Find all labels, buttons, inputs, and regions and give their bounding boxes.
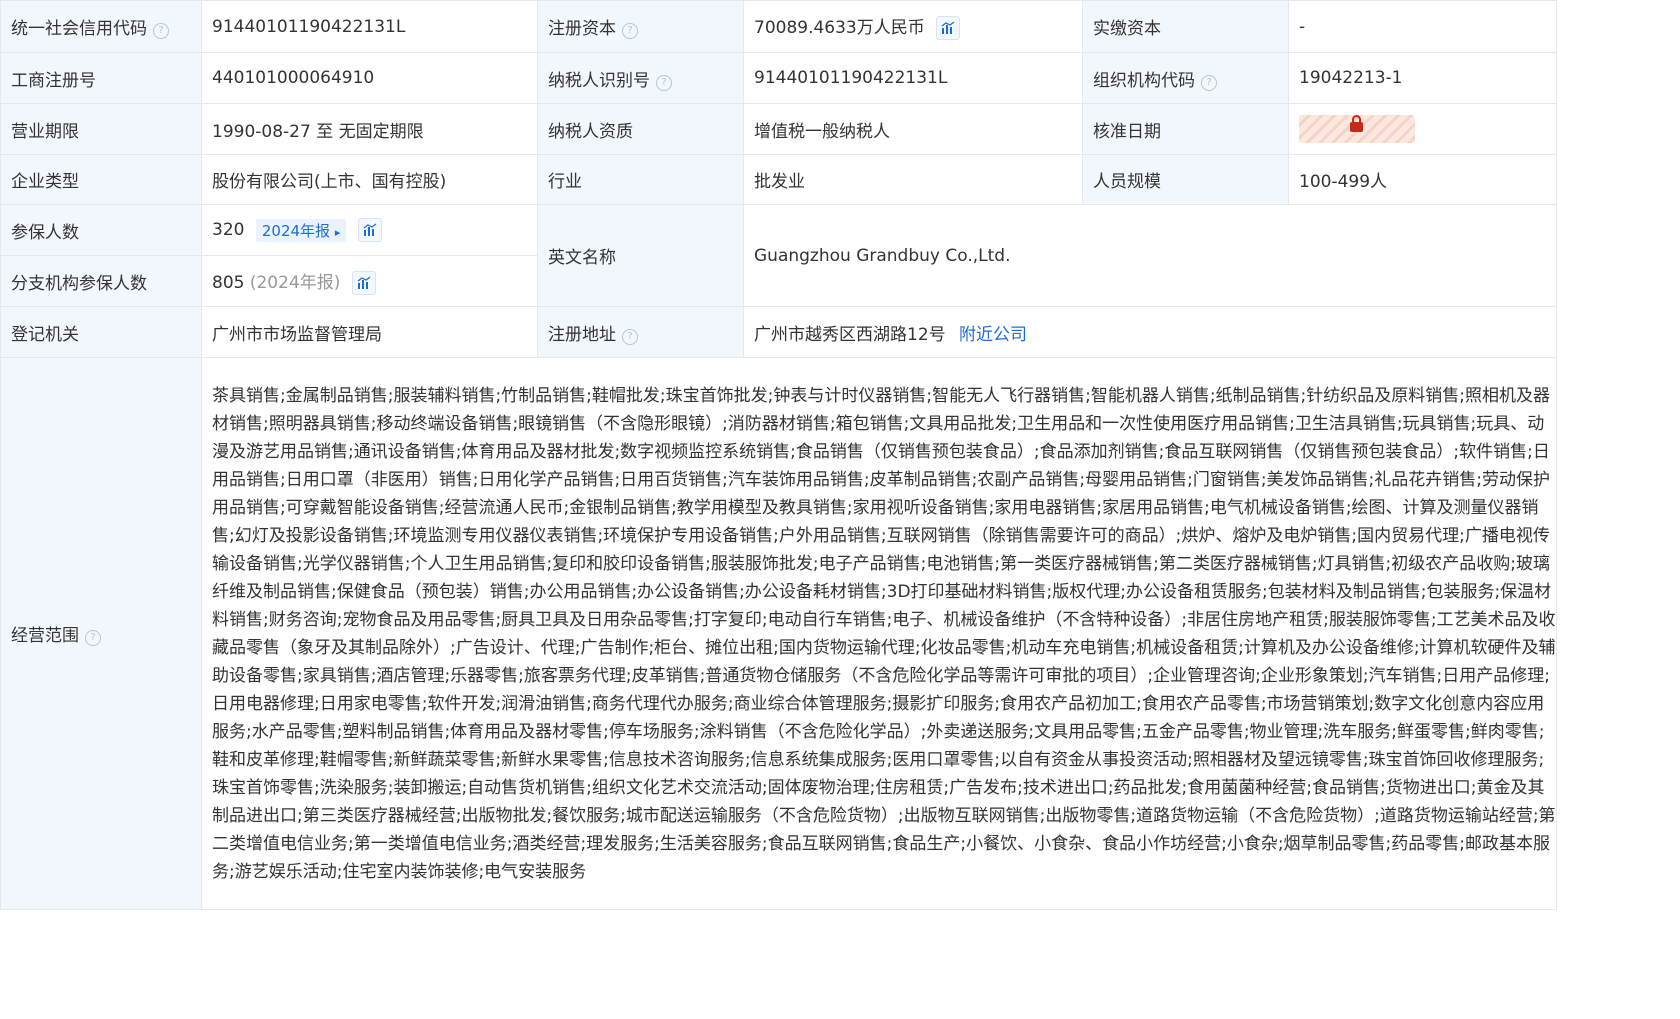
value-branch-insured: 805 [212,272,245,293]
label-credit-code: 统一社会信用代码 [11,19,147,39]
label-cell: 人员规模 [1082,154,1289,205]
label-cell: 企业类型 [0,154,202,205]
value-cell: 91440101190422131L [201,0,538,53]
label-registration-authority: 登记机关 [11,324,79,345]
value-industry: 批发业 [754,172,805,192]
label-cell: 核准日期 [1082,103,1289,155]
value-paid-capital: - [1299,16,1306,37]
value-registration-authority: 广州市市场监督管理局 [212,324,382,345]
label-business-scope: 经营范围 [11,626,79,646]
question-circle-icon[interactable]: ? [85,630,101,646]
label-registered-capital: 注册资本 [548,19,616,39]
value-cell: 广州市市场监督管理局 [201,306,538,358]
bar-chart-icon[interactable] [357,218,382,242]
label-cell: 登记机关 [0,306,202,358]
value-english-name: Guangzhou Grandbuy Co.,Ltd. [754,245,1011,266]
label-industry: 行业 [548,172,582,192]
value-cell: - [1288,0,1557,53]
label-registered-address: 注册地址 [548,324,616,345]
value-registered-address: 广州市越秀区西湖路12号 [754,324,946,345]
label-taxpayer-qualification: 纳税人资质 [548,121,633,142]
label-business-term: 营业期限 [11,121,79,142]
label-registration-number: 工商注册号 [11,70,96,91]
value-cell: 19042213-1 [1288,52,1557,104]
value-cell: 100-499人 [1288,154,1557,205]
question-circle-icon[interactable]: ? [1201,74,1217,91]
label-cell: 实缴资本 [1082,0,1289,53]
value-taxpayer-id: 91440101190422131L [754,68,948,88]
label-approval-date: 核准日期 [1093,121,1161,142]
lock-icon [1350,115,1363,132]
locked-value[interactable] [1299,115,1415,143]
chevron-right-icon: ▸ [334,225,341,239]
value-staff-size: 100-499人 [1299,172,1388,192]
annual-report-label: 2024年报 [261,221,331,240]
value-cell: 91440101190422131L [743,52,1083,104]
value-cell: 广州市越秀区西湖路12号 附近公司 [743,306,1557,358]
label-cell: 组织机构代码? [1082,52,1289,104]
label-company-type: 企业类型 [11,172,79,192]
report-year-note: (2024年报) [249,272,341,293]
row-credit-code: 统一社会信用代码? 91440101190422131L 注册资本? 70089… [0,0,1557,53]
value-cell: 批发业 [743,154,1083,205]
label-taxpayer-id: 纳税人识别号 [548,70,650,91]
label-cell: 纳税人识别号? [537,52,744,104]
value-cell: 股份有限公司(上市、国有控股) [201,154,538,205]
row-registration-number: 工商注册号 440101000064910 纳税人识别号? 9144010119… [0,52,1557,104]
label-insured-count: 参保人数 [11,222,79,243]
value-cell: Guangzhou Grandbuy Co.,Ltd. [743,204,1557,307]
row-business-term: 营业期限 1990-08-27 至 无固定期限 纳税人资质 增值税一般纳税人 核… [0,103,1557,155]
business-scope-text: 茶具销售;金属制品销售;服装辅料销售;竹制品销售;鞋帽批发;珠宝首饰批发;钟表与… [201,357,1557,910]
value-cell: 440101000064910 [201,52,538,104]
value-cell: 1990-08-27 至 无固定期限 [201,103,538,155]
label-cell: 营业期限 [0,103,202,155]
bar-chart-icon[interactable] [351,270,376,295]
value-credit-code: 91440101190422131L [212,16,406,37]
row-company-type: 企业类型 股份有限公司(上市、国有控股) 行业 批发业 人员规模 100-499… [0,154,1557,205]
question-circle-icon[interactable]: ? [656,74,672,91]
value-cell: 320 2024年报 ▸ [201,204,538,256]
value-cell: 805 (2024年报) [201,255,538,307]
label-staff-size: 人员规模 [1093,172,1161,192]
label-cell: 经营范围? [0,357,202,910]
nearby-companies-link[interactable]: 附近公司 [959,325,1027,345]
row-business-scope: 经营范围? 茶具销售;金属制品销售;服装辅料销售;竹制品销售;鞋帽批发;珠宝首饰… [0,357,1557,910]
value-registered-capital: 70089.4633万人民币 [754,18,925,38]
value-taxpayer-qualification: 增值税一般纳税人 [754,121,890,142]
question-circle-icon[interactable]: ? [153,23,169,39]
label-branch-insured: 分支机构参保人数 [11,273,147,294]
label-cell: 英文名称 [537,204,744,307]
label-cell: 纳税人资质 [537,103,744,155]
row-registration-authority: 登记机关 广州市市场监督管理局 注册地址? 广州市越秀区西湖路12号 附近公司 [0,306,1557,358]
label-cell: 统一社会信用代码? [0,0,202,53]
bar-chart-icon[interactable] [936,16,961,40]
label-paid-capital: 实缴资本 [1093,19,1161,39]
value-registration-number: 440101000064910 [212,68,375,88]
label-cell: 工商注册号 [0,52,202,104]
value-cell [1288,103,1557,155]
label-org-code: 组织机构代码 [1093,70,1195,91]
value-org-code: 19042213-1 [1299,68,1403,88]
label-cell: 行业 [537,154,744,205]
value-company-type: 股份有限公司(上市、国有控股) [212,172,447,192]
label-cell: 分支机构参保人数 [0,255,202,307]
value-insured-count: 320 [212,220,245,240]
label-english-name: 英文名称 [548,248,616,268]
company-info-table: 统一社会信用代码? 91440101190422131L 注册资本? 70089… [0,0,1557,910]
label-cell: 参保人数 [0,204,202,256]
question-circle-icon[interactable]: ? [622,23,638,39]
annual-report-tag[interactable]: 2024年报 ▸ [255,218,347,242]
value-cell: 70089.4633万人民币 [743,0,1083,53]
value-business-term: 1990-08-27 至 无固定期限 [212,121,424,142]
value-cell: 增值税一般纳税人 [743,103,1083,155]
label-cell: 注册地址? [537,306,744,358]
question-circle-icon[interactable]: ? [622,328,638,345]
label-cell: 注册资本? [537,0,744,53]
row-insured-count: 参保人数 320 2024年报 ▸ 英文名称 Guangzhou Grandbu… [0,204,1557,307]
